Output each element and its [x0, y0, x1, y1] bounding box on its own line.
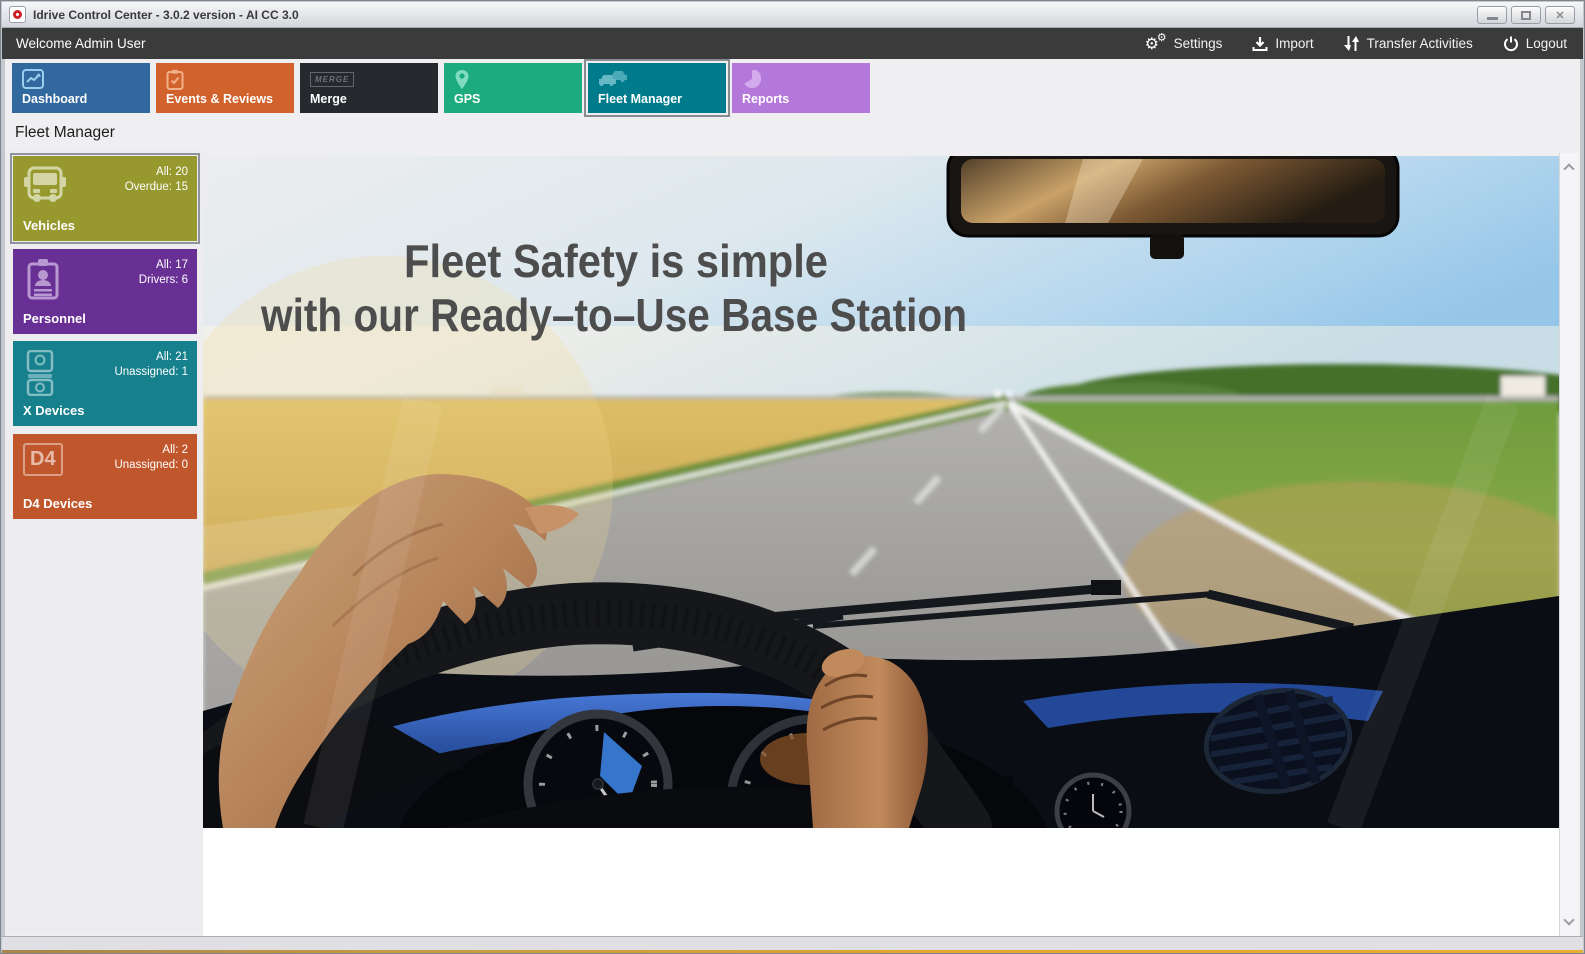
gears-icon: ⚙⚙ — [1145, 35, 1167, 53]
card-stats: All: 21 Unassigned: 1 — [114, 350, 188, 380]
transfer-activities-button[interactable]: Transfer Activities — [1344, 35, 1473, 52]
window-controls: ✕ — [1477, 6, 1575, 24]
close-icon: ✕ — [1555, 9, 1564, 22]
card-stats: All: 20 Overdue: 15 — [125, 165, 188, 195]
page-title: Fleet Manager — [15, 124, 115, 142]
settings-button[interactable]: ⚙⚙ Settings — [1145, 35, 1223, 53]
merge-icon: MERGE — [310, 69, 354, 89]
download-icon — [1252, 36, 1268, 52]
card-stats: All: 2 Unassigned: 0 — [114, 443, 188, 473]
bus-icon — [23, 165, 67, 212]
tab-fleet-manager[interactable]: Fleet Manager — [588, 63, 726, 113]
sidebar-card-d4-devices[interactable]: D4 All: 2 Unassigned: 0 D4 Devices — [13, 434, 197, 519]
app-icon — [9, 6, 26, 23]
transfer-arrows-icon — [1344, 35, 1360, 52]
map-pin-icon — [454, 69, 478, 89]
transfer-activities-label: Transfer Activities — [1367, 36, 1473, 51]
welcome-text: Welcome Admin User — [16, 36, 146, 51]
sidebar-card-x-devices[interactable]: All: 21 Unassigned: 1 X Devices — [13, 341, 197, 426]
device-icon — [23, 350, 57, 401]
power-icon — [1503, 36, 1519, 52]
scroll-up-icon[interactable] — [1563, 163, 1574, 174]
driving-scene-image: 40 50 100 120 140 — [203, 156, 1559, 828]
clock-gauge — [1057, 775, 1129, 828]
sidebar-card-personnel[interactable]: All: 17 Drivers: 6 Personnel — [13, 249, 197, 334]
tab-merge[interactable]: MERGE Merge — [300, 63, 438, 113]
card-stats: All: 17 Drivers: 6 — [139, 258, 188, 288]
svg-text:Fleet Safety is simple: Fleet Safety is simple — [404, 235, 828, 287]
logout-button[interactable]: Logout — [1503, 36, 1567, 52]
title-bar[interactable]: Idrive Control Center - 3.0.2 version - … — [2, 2, 1583, 28]
top-toolbar: Welcome Admin User ⚙⚙ Settings Import Tr… — [2, 28, 1583, 59]
tab-gps[interactable]: GPS — [444, 63, 582, 113]
maximize-icon — [1521, 11, 1531, 20]
tab-dashboard[interactable]: Dashboard — [12, 63, 150, 113]
import-label: Import — [1275, 36, 1313, 51]
logout-label: Logout — [1526, 36, 1567, 51]
svg-text:with our Ready–to–Use Base Sta: with our Ready–to–Use Base Station — [260, 289, 967, 341]
id-badge-icon — [23, 258, 63, 307]
fleet-sidebar: All: 20 Overdue: 15 Vehicles All: 17 Dri… — [6, 149, 203, 934]
scroll-down-icon[interactable] — [1563, 914, 1574, 925]
sidebar-card-vehicles[interactable]: All: 20 Overdue: 15 Vehicles — [13, 156, 197, 241]
settings-label: Settings — [1174, 36, 1223, 51]
pie-chart-icon — [742, 69, 766, 89]
fleet-cars-icon — [598, 69, 622, 89]
status-bar — [2, 936, 1583, 950]
tab-events-reviews[interactable]: Events & Reviews — [156, 63, 294, 113]
toolbar-actions: ⚙⚙ Settings Import Transfer Activities — [1145, 35, 1567, 53]
close-button[interactable]: ✕ — [1545, 6, 1575, 24]
import-button[interactable]: Import — [1252, 36, 1313, 52]
window-title: Idrive Control Center - 3.0.2 version - … — [33, 8, 299, 22]
minimize-icon — [1487, 17, 1498, 20]
content-area — [203, 828, 1559, 936]
tab-reports[interactable]: Reports — [732, 63, 870, 113]
vertical-scrollbar[interactable] — [1559, 153, 1578, 936]
fleet-safety-banner: 40 50 100 120 140 — [203, 156, 1559, 828]
module-tab-bar: Dashboard Events & Reviews MERGE Merge G… — [6, 59, 1579, 119]
d4-icon: D4 — [23, 443, 63, 476]
maximize-button[interactable] — [1511, 6, 1541, 24]
clipboard-check-icon — [166, 69, 190, 89]
app-window: Idrive Control Center - 3.0.2 version - … — [0, 0, 1585, 954]
minimize-button[interactable] — [1477, 6, 1507, 24]
line-chart-icon — [22, 69, 46, 89]
bottom-accent-strip — [2, 950, 1583, 954]
